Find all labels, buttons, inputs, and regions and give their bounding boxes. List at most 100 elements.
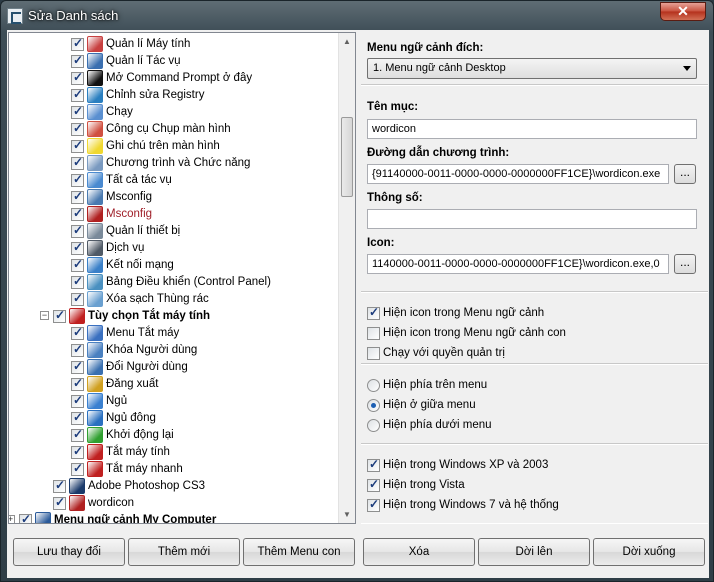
tree-item-checkbox[interactable] [71,325,84,340]
icon-setting-checkbox[interactable] [367,305,380,320]
tree-item-checkbox[interactable] [71,410,84,425]
title-bar[interactable]: Sửa Danh sách ✕ [1,1,714,31]
add-new-button[interactable]: Thêm mới [128,538,240,566]
tree-item[interactable]: Khóa Người dùng [9,342,339,359]
tree-item-checkbox[interactable] [71,359,84,374]
menu-position-option[interactable]: Hiện phía trên menu [367,378,697,394]
add-submenu-button[interactable]: Thêm Menu con [243,538,355,566]
icon-setting-checkbox[interactable] [367,347,380,360]
tree-item-checkbox[interactable] [71,104,84,119]
tree-item[interactable]: Khởi động lại [9,427,339,444]
tree-item-checkbox[interactable] [71,138,84,153]
tree-item-checkbox[interactable] [71,53,84,68]
tree-item[interactable]: Ngủ đông [9,410,339,427]
scroll-up-arrow-icon[interactable]: ▲ [339,33,355,50]
tree-item[interactable]: Menu Tắt máy [9,325,339,342]
scroll-thumb[interactable] [341,117,353,197]
tree-item-checkbox[interactable] [53,495,66,510]
tree-item[interactable]: Quản lí Tác vụ [9,53,339,70]
menu-position-radio[interactable] [367,419,380,432]
os-visibility-option[interactable]: Hiện trong Windows 7 và hệ thống [367,497,697,514]
browse-path-button[interactable]: ... [674,164,696,184]
parameters-field[interactable] [367,209,697,229]
item-name-field[interactable]: wordicon [367,119,697,139]
tree-item-checkbox[interactable] [71,444,84,459]
menu-position-option[interactable]: Hiện phía dưới menu [367,418,697,434]
tree-item[interactable]: Chạy [9,104,339,121]
target-menu-select[interactable]: 1. Menu ngữ cảnh Desktop [367,58,697,79]
tree-item[interactable]: Bảng Điều khiển (Control Panel) [9,274,339,291]
menu-position-option[interactable]: Hiện ở giữa menu [367,398,697,414]
tree-item-checkbox[interactable] [71,342,84,357]
tree-item-checkbox[interactable] [71,274,84,289]
tree-item[interactable]: − Tùy chọn Tắt máy tính [9,308,339,325]
program-path-field[interactable]: {91140000-0011-0000-0000-0000000FF1CE}\w… [367,164,669,184]
close-button[interactable]: ✕ [660,2,706,21]
tree-item[interactable]: wordicon [9,495,339,512]
tree-item-checkbox[interactable] [71,206,84,221]
tree-item-checkbox[interactable] [71,70,84,85]
tree-item-checkbox[interactable] [71,155,84,170]
tree-item[interactable]: Chương trình và Chức năng [9,155,339,172]
tree-item[interactable]: + Menu ngữ cảnh My Computer [9,512,339,523]
os-visibility-checkbox[interactable] [367,497,380,512]
menu-position-radio[interactable] [367,399,380,412]
tree-item[interactable]: Công cụ Chụp màn hình [9,121,339,138]
tree-item[interactable]: Xóa sạch Thùng rác [9,291,339,308]
tree-item-checkbox[interactable] [71,172,84,187]
tree-item-checkbox[interactable] [71,87,84,102]
tree-item-checkbox[interactable] [71,376,84,391]
tree-item-checkbox[interactable] [71,189,84,204]
tree-item[interactable]: Tất cả tác vụ [9,172,339,189]
tree-scrollbar[interactable]: ▲ ▼ [338,33,355,523]
tree-item-checkbox[interactable] [71,461,84,476]
tree-item[interactable]: Tắt máy tính [9,444,339,461]
collapse-icon[interactable]: − [40,311,49,320]
tree-item-checkbox[interactable] [19,512,32,523]
tree-item-checkbox[interactable] [71,121,84,136]
tree-item[interactable]: Adobe Photoshop CS3 [9,478,339,495]
icon-setting-option[interactable]: Hiện icon trong Menu ngữ cảnh con [367,326,697,342]
tree-item[interactable]: Tắt máy nhanh [9,461,339,478]
os-visibility-option[interactable]: Hiện trong Windows XP và 2003 [367,457,697,474]
tree-item-checkbox[interactable] [53,478,66,493]
browse-icon-button[interactable]: ... [674,254,696,274]
move-down-button[interactable]: Dời xuống [593,538,705,566]
tree-item-checkbox[interactable] [71,257,84,272]
os-visibility-checkbox[interactable] [367,477,380,492]
icon-setting-option[interactable]: Chạy với quyền quản trị [367,346,697,362]
tree-item[interactable]: Dịch vụ [9,240,339,257]
scroll-down-arrow-icon[interactable]: ▼ [339,506,355,523]
icon-setting-checkbox[interactable] [367,327,380,340]
tree-item[interactable]: Đăng xuất [9,376,339,393]
os-visibility-checkbox[interactable] [367,457,380,472]
power-options-icon [69,308,85,324]
icon-path-field[interactable]: 1140000-0011-0000-0000-0000000FF1CE}\wor… [367,254,669,274]
tree-item-checkbox[interactable] [71,393,84,408]
tree-item[interactable]: Đổi Người dùng [9,359,339,376]
tree-item[interactable]: Msconfig [9,189,339,206]
tree-item-checkbox[interactable] [71,291,84,306]
tree-item-checkbox[interactable] [71,36,84,51]
tree-item-checkbox[interactable] [71,427,84,442]
tree-item[interactable]: Msconfig [9,206,339,223]
expand-icon[interactable]: + [9,515,15,523]
tree-item-checkbox[interactable] [53,308,66,323]
tree-item-checkbox[interactable] [71,240,84,255]
tree-item-checkbox[interactable] [71,223,84,238]
tree-item[interactable]: Mở Command Prompt ở đây [9,70,339,87]
tree-item[interactable]: Ngủ [9,393,339,410]
shutdown-icon [87,444,103,460]
tree-item[interactable]: Kết nối mạng [9,257,339,274]
menu-position-radio[interactable] [367,379,380,392]
tree-item[interactable]: Quản lí thiết bị [9,223,339,240]
save-changes-button[interactable]: Lưu thay đổi [13,538,125,566]
move-up-button[interactable]: Dời lên [478,538,590,566]
icon-setting-option[interactable]: Hiện icon trong Menu ngữ cảnh [367,305,697,322]
tree-item[interactable]: Chỉnh sửa Registry [9,87,339,104]
os-visibility-option[interactable]: Hiện trong Vista [367,477,697,494]
delete-button[interactable]: Xóa [363,538,475,566]
tree-item[interactable]: Quản lí Máy tính [9,36,339,53]
menu-tree[interactable]: Quản lí Máy tính Quản lí Tác vụ Mở Command… [8,32,356,524]
tree-item[interactable]: Ghi chú trên màn hình [9,138,339,155]
